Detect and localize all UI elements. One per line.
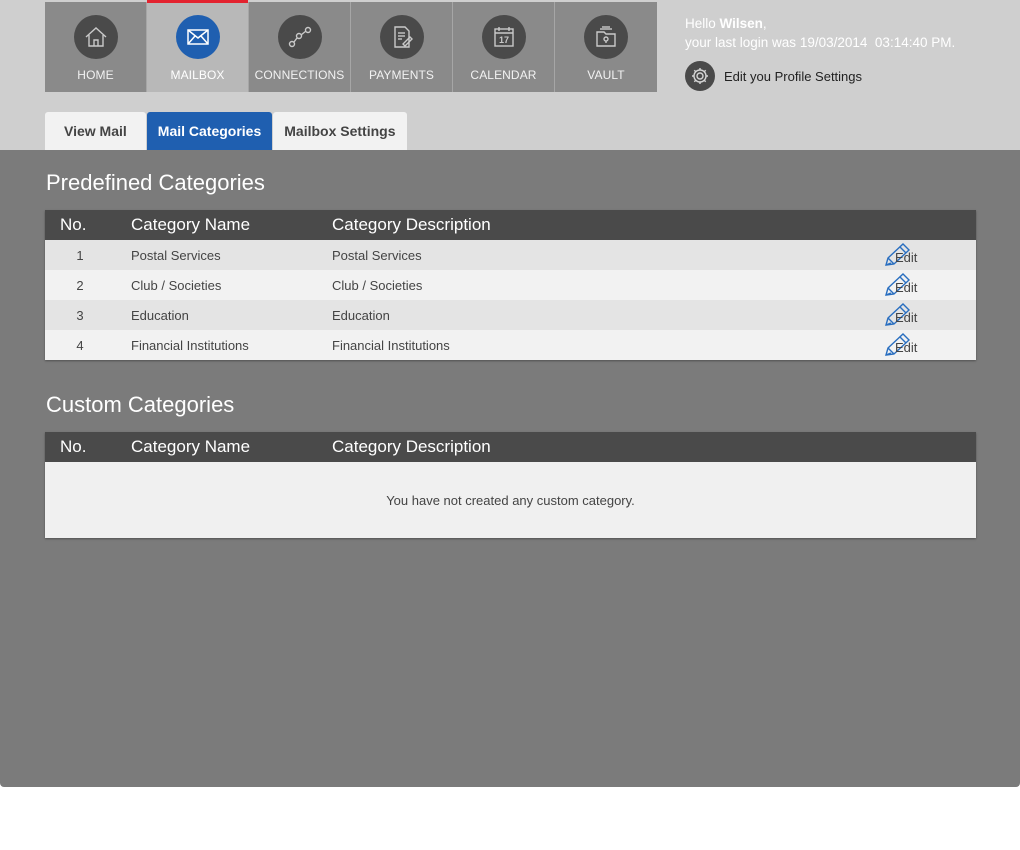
header-category-description: Category Description bbox=[332, 437, 491, 456]
user-name: Wilsen bbox=[719, 16, 763, 31]
tab-view-mail[interactable]: View Mail bbox=[45, 112, 146, 150]
vault-icon bbox=[584, 15, 628, 59]
nav-item-mailbox[interactable]: MAILBOX bbox=[147, 0, 249, 92]
nav-item-home[interactable]: HOME bbox=[45, 2, 147, 92]
header-category-name: Category Name bbox=[131, 437, 251, 456]
nav-label: HOME bbox=[77, 68, 114, 82]
calendar-day-number: 17 bbox=[499, 35, 509, 45]
top-header: HOME MAILBOX CONNECTIONS PAYMENTS 17 CAL… bbox=[0, 0, 1020, 150]
row-category-description: Financial Institutions bbox=[332, 338, 450, 353]
header-category-name: Category Name bbox=[131, 215, 251, 234]
edit-label: Edit bbox=[895, 250, 918, 265]
nav-item-connections[interactable]: CONNECTIONS bbox=[249, 2, 351, 92]
nav-label: CONNECTIONS bbox=[254, 68, 345, 82]
row-number: 2 bbox=[76, 278, 84, 293]
nav-label: VAULT bbox=[587, 68, 625, 82]
app-window: HOME MAILBOX CONNECTIONS PAYMENTS 17 CAL… bbox=[0, 0, 1020, 787]
header-no: No. bbox=[60, 215, 87, 234]
edit-button[interactable]: Edit bbox=[883, 242, 963, 268]
edit-button[interactable]: Edit bbox=[883, 302, 963, 328]
nav-label: MAILBOX bbox=[170, 68, 225, 82]
tab-mailbox-settings[interactable]: Mailbox Settings bbox=[273, 112, 407, 150]
edit-label: Edit bbox=[895, 340, 918, 355]
nav-item-payments[interactable]: PAYMENTS bbox=[351, 2, 453, 92]
custom-categories-title: Custom Categories bbox=[46, 392, 235, 417]
profile-settings-label: Edit you Profile Settings bbox=[724, 68, 863, 84]
gear-icon bbox=[685, 61, 715, 91]
predefined-categories-title: Predefined Categories bbox=[46, 170, 265, 195]
user-greeting: Hello Wilsen, your last login was 19/03/… bbox=[685, 16, 956, 50]
row-category-description: Club / Societies bbox=[332, 278, 423, 293]
row-category-name: Postal Services bbox=[131, 248, 221, 263]
row-number: 1 bbox=[76, 248, 84, 263]
table-row: 3 Education Education Edit bbox=[45, 300, 976, 330]
edit-label: Edit bbox=[895, 280, 918, 295]
table-header: No. Category Name Category Description bbox=[45, 210, 976, 240]
table-row: 1 Postal Services Postal Services Edit bbox=[45, 240, 976, 270]
custom-categories-table: No. Category Name Category Description Y… bbox=[45, 432, 976, 538]
last-login-time: 03:14:40 PM. bbox=[874, 35, 956, 50]
nav-item-calendar[interactable]: 17 CALENDAR bbox=[453, 2, 555, 92]
header-no: No. bbox=[60, 437, 87, 456]
edit-button[interactable]: Edit bbox=[883, 332, 963, 358]
edit-button[interactable]: Edit bbox=[883, 272, 963, 298]
tab-mail-categories[interactable]: Mail Categories bbox=[146, 112, 273, 150]
last-login-date: 19/03/2014 bbox=[799, 35, 868, 50]
main-navigation: HOME MAILBOX CONNECTIONS PAYMENTS 17 CAL… bbox=[45, 0, 657, 92]
payments-icon bbox=[380, 15, 424, 59]
table-row: 4 Financial Institutions Financial Insti… bbox=[45, 330, 976, 360]
calendar-icon: 17 bbox=[482, 15, 526, 59]
last-login-label: your last login was bbox=[685, 35, 797, 50]
row-category-name: Education bbox=[131, 308, 189, 323]
table-header: No. Category Name Category Description bbox=[45, 432, 976, 462]
table-body: 1 Postal Services Postal Services Edit 2… bbox=[45, 240, 976, 360]
row-number: 3 bbox=[76, 308, 84, 323]
row-category-description: Postal Services bbox=[332, 248, 422, 263]
nav-label: PAYMENTS bbox=[368, 68, 435, 82]
greeting-text: Hello bbox=[685, 16, 716, 31]
row-category-name: Club / Societies bbox=[131, 278, 222, 293]
edit-label: Edit bbox=[895, 310, 918, 325]
mail-icon bbox=[176, 15, 220, 59]
nav-label: CALENDAR bbox=[470, 68, 537, 82]
connections-icon bbox=[278, 15, 322, 59]
home-icon bbox=[74, 15, 118, 59]
predefined-categories-table: No. Category Name Category Description 1… bbox=[45, 210, 976, 360]
nav-item-vault[interactable]: VAULT bbox=[555, 2, 657, 92]
empty-state-message: You have not created any custom category… bbox=[45, 462, 976, 538]
profile-settings-link[interactable]: Edit you Profile Settings bbox=[685, 61, 862, 91]
sub-tabs: View Mail Mail Categories Mailbox Settin… bbox=[45, 112, 407, 150]
header-category-description: Category Description bbox=[332, 215, 491, 234]
row-number: 4 bbox=[76, 338, 84, 353]
row-category-description: Education bbox=[332, 308, 390, 323]
table-row: 2 Club / Societies Club / Societies Edit bbox=[45, 270, 976, 300]
row-category-name: Financial Institutions bbox=[131, 338, 249, 353]
